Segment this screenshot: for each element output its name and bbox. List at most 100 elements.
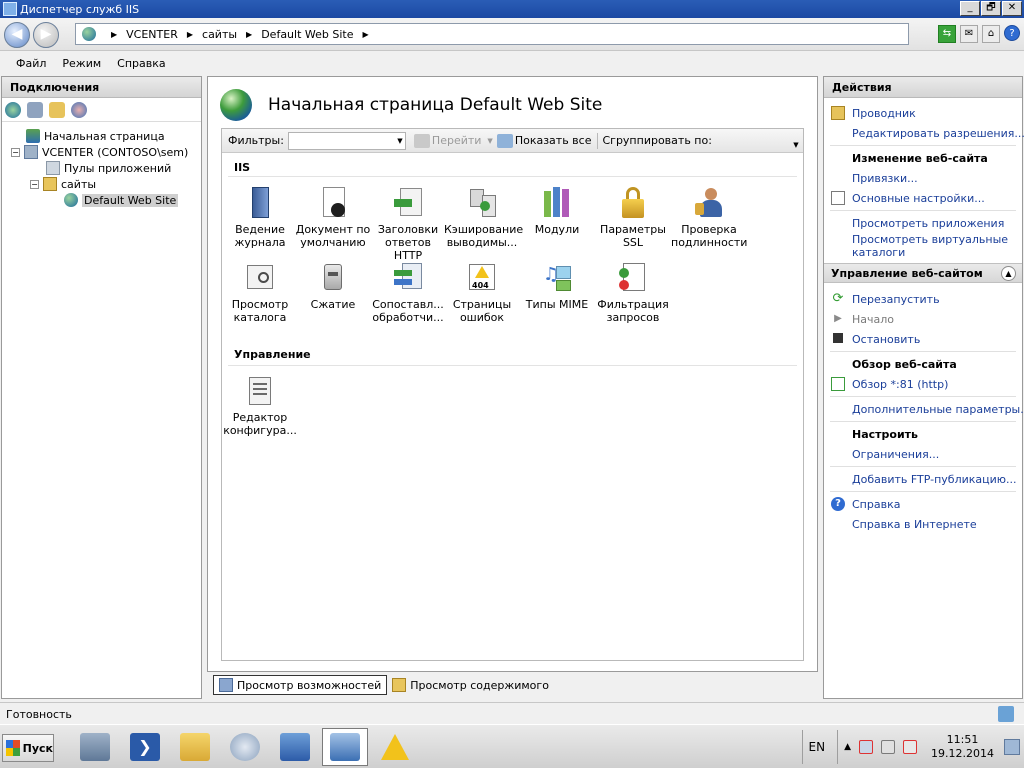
restore-button[interactable]: 🗗 (981, 1, 1001, 16)
action-view-applications[interactable]: Просмотреть приложения (852, 217, 1004, 230)
action-restart[interactable]: Перезапустить (852, 293, 940, 306)
stop-icon[interactable]: ✉ (960, 25, 978, 43)
action-basic-settings[interactable]: Основные настройки... (852, 192, 985, 205)
language-indicator[interactable]: EN (809, 740, 826, 754)
feature-handler-mappings[interactable]: Сопоставл... обработчи... (370, 262, 446, 324)
close-button[interactable]: ✕ (1002, 1, 1022, 16)
action-edit-permissions[interactable]: Редактировать разрешения... (852, 127, 1024, 140)
feature-directory-browsing[interactable]: Просмотр каталога (222, 262, 298, 324)
show-desktop-icon[interactable] (1004, 739, 1020, 755)
feature-output-caching[interactable]: Кэширование выводимы... (444, 187, 523, 249)
network-tray-icon[interactable] (881, 740, 896, 754)
powershell-icon: ❯ (130, 733, 160, 761)
action-start[interactable]: Начало (852, 313, 894, 326)
menu-view[interactable]: Режим (62, 57, 101, 70)
filter-input[interactable]: ▼ (287, 131, 406, 150)
taskbar-explorer[interactable] (172, 728, 218, 766)
feature-label: Фильтрация (597, 298, 669, 311)
feature-ssl-settings[interactable]: Параметры SSL (595, 187, 671, 249)
network-status-icon (998, 706, 1014, 722)
collapse-icon[interactable]: − (11, 147, 20, 157)
tree-item-server[interactable]: − VCENTER (CONTOSO\sem) (2, 144, 201, 160)
menu-file[interactable]: Файл (16, 57, 46, 70)
feature-modules[interactable]: Модули (519, 187, 595, 236)
home-icon[interactable]: ⌂ (982, 25, 1000, 43)
breadcrumb-site[interactable]: Default Web Site (261, 28, 353, 41)
clock[interactable]: 11:51 19.12.2014 (931, 733, 994, 761)
menu-help[interactable]: Справка (117, 57, 165, 70)
title-bar: Диспетчер служб IIS _ 🗗 ✕ (0, 0, 1024, 18)
address-path[interactable]: ▶ VCENTER ▶ сайты ▶ Default Web Site ▶ (75, 23, 909, 45)
restart-icon: ⟳ (832, 291, 844, 306)
tree-item-app-pools[interactable]: Пулы приложений (2, 160, 201, 176)
action-stop[interactable]: Остановить (852, 333, 920, 346)
forward-button[interactable]: ▶ (33, 22, 59, 48)
feature-request-filtering[interactable]: Фильтрация запросов (595, 262, 671, 324)
breadcrumb-server[interactable]: VCENTER (126, 28, 178, 41)
chevron-down-icon[interactable]: ▼ (487, 137, 492, 145)
group-divider (228, 176, 797, 177)
action-advanced-settings[interactable]: Дополнительные параметры... (852, 403, 1024, 416)
action-center-icon[interactable] (859, 740, 874, 754)
feature-compression[interactable]: Сжатие (295, 262, 371, 311)
tray-divider (801, 730, 803, 764)
request-filtering-icon (617, 262, 649, 294)
action-explore[interactable]: Проводник (852, 107, 916, 120)
feature-logging[interactable]: Ведение журнала (222, 187, 298, 249)
connect-icon[interactable] (5, 101, 21, 118)
taskbar-iis-manager[interactable] (322, 728, 368, 766)
taskbar: Пуск ❯ EN ▲ 11:51 19.12.2014 (0, 724, 1024, 768)
disconnect-icon[interactable] (71, 101, 87, 118)
volume-muted-icon[interactable] (903, 740, 918, 754)
taskbar-warning-app[interactable] (372, 728, 418, 766)
show-all-button[interactable]: Показать все (496, 133, 591, 148)
action-add-ftp[interactable]: Добавить FTP-публикацию... (852, 473, 1017, 486)
sites-folder-icon (43, 177, 57, 191)
feature-mime-types[interactable]: ♫ Типы MIME (519, 262, 595, 312)
chevron-right-icon[interactable]: ▶ (363, 30, 369, 39)
basic-settings-icon (831, 191, 845, 205)
back-button[interactable]: ◀ (4, 22, 30, 48)
feature-configuration-editor[interactable]: Редактор конфигура... (222, 375, 298, 437)
feature-label: запросов (606, 311, 660, 324)
feature-http-headers[interactable]: Заголовки ответов HTTP (370, 187, 446, 262)
action-help[interactable]: Справка (852, 498, 900, 511)
tree-item-start-page[interactable]: Начальная страница (2, 128, 201, 144)
taskbar-server-manager[interactable] (72, 728, 118, 766)
chevron-up-icon[interactable]: ▲ (844, 742, 851, 752)
iis-app-icon (3, 2, 17, 16)
chevron-up-icon[interactable]: ▲ (1001, 266, 1016, 281)
action-online-help[interactable]: Справка в Интернете (852, 518, 977, 531)
refresh-icon[interactable]: ⇆ (938, 25, 956, 43)
feature-error-pages[interactable]: 404 Страницы ошибок (444, 262, 520, 324)
minimize-button[interactable]: _ (960, 1, 980, 16)
folder-up-icon[interactable] (49, 101, 65, 118)
tree-item-sites[interactable]: − сайты (2, 176, 201, 192)
breadcrumb-sites[interactable]: сайты (202, 28, 237, 41)
chevron-down-icon[interactable]: ▼ (395, 133, 405, 149)
save-icon[interactable] (27, 101, 43, 118)
taskbar-powershell[interactable]: ❯ (122, 728, 168, 766)
action-view-virtual-dirs-line2[interactable]: каталоги (852, 246, 905, 259)
go-button[interactable]: Перейти ▼ (413, 133, 493, 148)
feature-label: журнала (234, 236, 286, 249)
help-icon[interactable]: ? (1004, 25, 1020, 41)
filter-bar: Фильтры: ▼ Перейти ▼ Показать все Сгрупп… (222, 129, 803, 153)
tab-features-view[interactable]: Просмотр возможностей (213, 675, 388, 695)
action-bindings[interactable]: Привязки... (852, 172, 918, 185)
chevron-down-icon[interactable]: ▼ (791, 139, 801, 151)
feature-default-document[interactable]: Документ по умолчанию (295, 187, 371, 249)
group-by-dropdown[interactable]: Сгруппировать по: (602, 134, 711, 147)
tab-content-view[interactable]: Просмотр содержимого (387, 675, 554, 695)
collapse-icon[interactable]: − (30, 179, 39, 189)
taskbar-services[interactable] (222, 728, 268, 766)
action-browse[interactable]: Обзор *:81 (http) (852, 378, 948, 391)
feature-authentication[interactable]: Проверка подлинности (671, 187, 747, 249)
action-limits[interactable]: Ограничения... (852, 448, 939, 461)
taskbar-network[interactable] (272, 728, 318, 766)
action-view-virtual-dirs[interactable]: Просмотреть виртуальные (852, 233, 1008, 246)
chevron-right-icon: ▶ (186, 29, 194, 39)
manage-site-section[interactable]: Управление веб-сайтом ▲ (824, 263, 1022, 283)
tree-item-default-web-site[interactable]: Default Web Site (2, 192, 201, 208)
start-button[interactable]: Пуск (2, 734, 54, 762)
